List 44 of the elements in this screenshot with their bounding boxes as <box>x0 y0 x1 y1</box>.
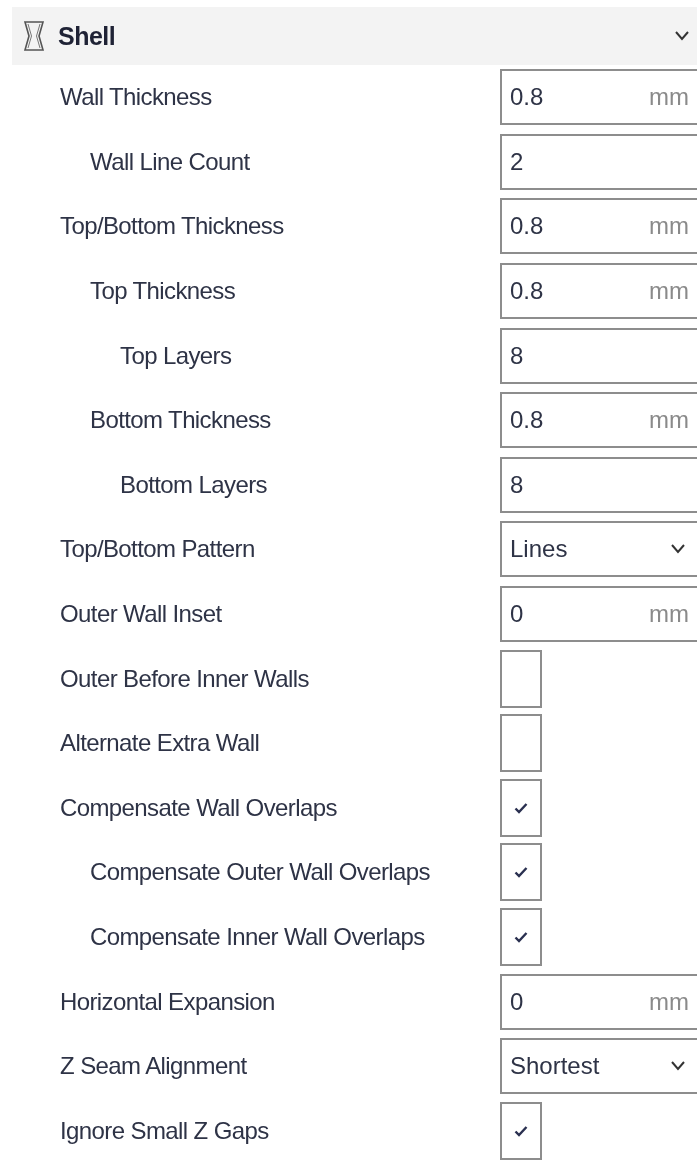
checkmark-icon <box>514 801 528 814</box>
chevron-icon <box>671 544 685 555</box>
input-field[interactable]: 8 <box>500 456 697 513</box>
checkmark-icon <box>514 931 528 943</box>
setting-label: Ignore Small Z Gaps <box>59 1116 270 1145</box>
checkbox[interactable] <box>500 843 542 902</box>
input-field[interactable]: 8 <box>500 327 697 384</box>
setting-label: Compensate Wall Overlaps <box>59 793 338 822</box>
setting-label: Compensate Inner Wall Overlaps <box>89 923 426 951</box>
setting-label: Outer Before Inner Walls <box>59 664 310 693</box>
checkmark-icon <box>514 866 528 879</box>
setting-label: Horizontal Expansion <box>59 987 276 1016</box>
setting-label: Compensate Outer Wall Overlaps <box>89 858 431 887</box>
checkbox[interactable] <box>500 714 542 773</box>
setting-label: Top Thickness <box>89 277 237 306</box>
input-field[interactable]: 0.8 mm <box>500 69 697 126</box>
input-field[interactable]: 0 mm <box>500 586 697 643</box>
setting-label: Wall Line Count <box>89 147 251 176</box>
input-field[interactable]: 0 mm <box>500 973 697 1030</box>
input-field[interactable]: 0.8 mm <box>500 263 697 320</box>
input-field[interactable]: 0.8 mm <box>500 392 697 449</box>
input-field[interactable]: 2 <box>500 133 697 190</box>
checkmark-icon <box>514 1124 528 1137</box>
setting-label: Top/Bottom Pattern <box>59 535 256 564</box>
checkbox[interactable] <box>500 649 542 708</box>
setting-label: Bottom Thickness <box>89 406 272 435</box>
checkbox[interactable] <box>500 778 542 837</box>
section-title: Shell <box>58 21 116 51</box>
input-field[interactable]: 0.8 mm <box>500 198 697 255</box>
setting-label: Top Layers <box>119 341 233 370</box>
dropdown[interactable]: Shortest <box>500 1038 697 1095</box>
chevron-icon[interactable] <box>675 31 689 41</box>
section-header[interactable]: Shell <box>12 7 697 65</box>
setting-label: Alternate Extra Wall <box>59 729 261 758</box>
setting-label: Z Seam Alignment <box>59 1052 248 1081</box>
setting-label: Bottom Layers <box>119 470 268 499</box>
chevron-icon <box>671 1061 685 1072</box>
setting-label: Top/Bottom Thickness <box>59 212 285 241</box>
checkbox[interactable] <box>500 908 542 966</box>
dropdown[interactable]: Lines <box>500 521 697 578</box>
setting-label: Wall Thickness <box>59 83 213 112</box>
setting-label: Outer Wall Inset <box>59 600 223 629</box>
shell-icon <box>22 20 46 52</box>
checkbox[interactable] <box>500 1101 542 1160</box>
